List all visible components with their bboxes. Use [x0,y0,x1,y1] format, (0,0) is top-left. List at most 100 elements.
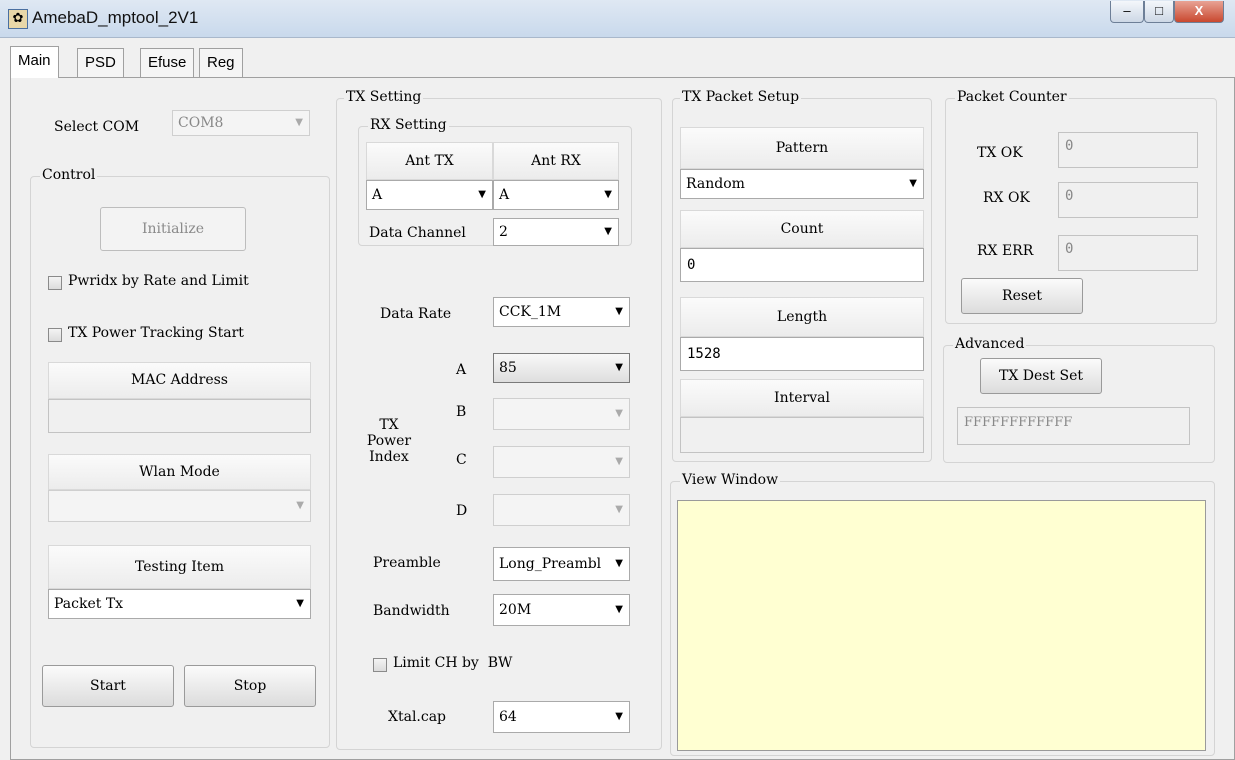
dest-address-field[interactable]: FFFFFFFFFFFF [957,407,1190,445]
length-input[interactable]: 1528 [680,337,924,371]
xtal-cap-dropdown[interactable]: 64 ▼ [493,701,630,733]
ant-tx-header: Ant TX [366,142,493,180]
tx-power-index-label: TX Power Index [366,417,412,465]
chevron-down-icon: ▼ [296,500,304,511]
chevron-down-icon: ▼ [615,456,623,467]
select-com-dropdown[interactable]: COM8 ▼ [172,110,310,136]
reset-button[interactable]: Reset [961,278,1083,314]
start-button[interactable]: Start [42,665,174,707]
chevron-down-icon: ▼ [615,362,623,373]
ant-tx-value: A [372,187,383,203]
power-b-dropdown[interactable]: ▼ [493,398,630,430]
minimize-button[interactable]: – [1110,1,1144,23]
tx-setting-legend: TX Setting [344,89,424,105]
data-channel-value: 2 [499,224,508,240]
title-bar[interactable]: ✿ AmebaD_mptool_2V1 – □ X [0,0,1235,38]
chevron-down-icon: ▼ [612,548,623,580]
testing-item-dropdown[interactable]: Packet Tx ▼ [48,589,311,619]
rx-setting-legend: RX Setting [368,117,449,133]
power-c-label: C [456,452,467,468]
tab-psd[interactable]: PSD [77,48,124,78]
chevron-down-icon: ▼ [295,117,303,128]
data-channel-dropdown[interactable]: 2 ▼ [493,218,619,246]
chevron-down-icon: ▼ [604,226,612,237]
count-header: Count [680,210,924,248]
pattern-value: Random [686,176,745,192]
limit-ch-checkbox-label: Limit CH by BW [393,655,513,671]
tx-packet-setup-legend: TX Packet Setup [680,89,802,105]
chevron-down-icon: ▼ [615,504,623,515]
chevron-down-icon: ▼ [478,189,486,200]
tx-ok-field[interactable]: 0 [1058,132,1198,168]
rx-err-field[interactable]: 0 [1058,235,1198,271]
testing-item-value: Packet Tx [54,596,124,612]
pattern-header: Pattern [680,127,924,169]
tracking-checkbox[interactable] [48,328,62,342]
count-input[interactable]: 0 [680,248,924,282]
xtal-cap-value: 64 [499,709,517,725]
initialize-button[interactable]: Initialize [100,207,246,251]
power-a-label: A [456,362,467,378]
select-com-value: COM8 [178,115,224,131]
pattern-dropdown[interactable]: Random ▼ [680,169,924,199]
tx-dest-set-button[interactable]: TX Dest Set [980,358,1102,394]
chevron-down-icon: ▼ [604,189,612,200]
ant-rx-header: Ant RX [493,142,619,180]
preamble-label: Preamble [373,555,441,571]
tx-ok-label: TX OK [977,145,1023,161]
testing-item-header: Testing Item [48,545,311,589]
mac-address-field[interactable] [48,399,311,433]
chevron-down-icon: ▼ [296,598,304,609]
limit-ch-checkbox[interactable] [373,658,387,672]
pwridx-checkbox[interactable] [48,276,62,290]
power-d-dropdown[interactable]: ▼ [493,494,630,526]
power-a-value: 85 [499,360,517,376]
power-d-label: D [456,503,468,519]
view-window-textarea[interactable] [677,500,1206,751]
length-header: Length [680,297,924,337]
wlan-mode-dropdown[interactable]: ▼ [48,490,311,522]
rx-ok-field[interactable]: 0 [1058,182,1198,218]
tab-efuse[interactable]: Efuse [140,48,195,78]
data-rate-value: CCK_1M [499,304,562,320]
pwridx-checkbox-label: Pwridx by Rate and Limit [68,273,249,289]
stop-button[interactable]: Stop [184,665,316,707]
tab-reg[interactable]: Reg [199,48,243,78]
bandwidth-label: Bandwidth [373,603,450,619]
app-icon: ✿ [8,9,28,29]
ant-rx-value: A [499,187,510,203]
interval-input[interactable] [680,417,924,453]
chevron-down-icon: ▼ [909,178,917,189]
window-title: AmebaD_mptool_2V1 [32,8,199,27]
tab-main[interactable]: Main [10,46,59,78]
bandwidth-dropdown[interactable]: 20M ▼ [493,594,630,626]
xtal-cap-label: Xtal.cap [388,709,447,725]
bandwidth-value: 20M [499,602,532,618]
control-legend: Control [40,167,98,183]
view-window-legend: View Window [680,472,781,488]
power-b-label: B [456,404,467,420]
preamble-value: Long_Preambl [499,556,602,572]
tracking-checkbox-label: TX Power Tracking Start [68,325,244,341]
maximize-button[interactable]: □ [1144,1,1174,23]
ant-tx-dropdown[interactable]: A ▼ [366,180,493,210]
power-c-dropdown[interactable]: ▼ [493,446,630,478]
select-com-label: Select COM [54,119,140,135]
chevron-down-icon: ▼ [615,306,623,317]
data-rate-label: Data Rate [380,306,452,322]
ant-rx-dropdown[interactable]: A ▼ [493,180,619,210]
advanced-legend: Advanced [953,336,1027,352]
chevron-down-icon: ▼ [615,711,623,722]
data-channel-label: Data Channel [369,225,466,241]
wlan-mode-header: Wlan Mode [48,454,311,490]
data-rate-dropdown[interactable]: CCK_1M ▼ [493,297,630,327]
interval-header: Interval [680,379,924,417]
preamble-dropdown[interactable]: Long_Preambl ▼ [493,547,630,581]
close-button[interactable]: X [1174,1,1224,23]
mac-address-header: MAC Address [48,362,311,399]
rx-err-label: RX ERR [977,243,1034,259]
chevron-down-icon: ▼ [615,604,623,615]
power-a-dropdown[interactable]: 85 ▼ [493,353,630,383]
rx-ok-label: RX OK [983,190,1030,206]
chevron-down-icon: ▼ [615,408,623,419]
